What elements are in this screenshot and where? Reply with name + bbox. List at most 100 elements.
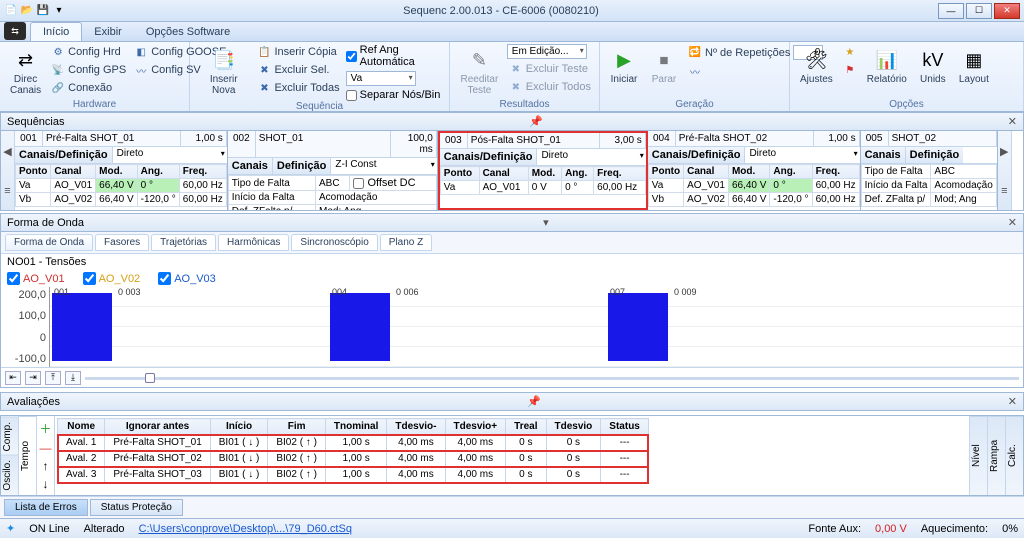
burst-3 <box>608 293 668 361</box>
avaliacoes-panel: Comp. Oscilo. Tempo ＋ — ↑ ↓ NomeIgnorar … <box>0 415 1024 496</box>
close-panel-icon[interactable]: ✕ <box>1008 216 1017 229</box>
tab-exibir[interactable]: Exibir <box>82 23 134 41</box>
qat-open-icon[interactable]: 📂 <box>20 4 34 18</box>
seq-card-002[interactable]: 002SHOT_01100,0 ms CanaisDefiniçãoZ-I Co… <box>228 131 438 210</box>
seq-card-004[interactable]: 004Pré-Falta SHOT_021,00 s Canais/Defini… <box>648 131 861 210</box>
bottom-tabs: Lista de Erros Status Proteção <box>0 496 1024 518</box>
inserir-copia-button[interactable]: 📋Inserir Cópia <box>255 44 341 60</box>
move-up-icon[interactable]: ↑ <box>43 459 49 473</box>
tab-opcoes[interactable]: Opções Software <box>134 23 242 41</box>
wtab-planoz[interactable]: Plano Z <box>380 234 432 251</box>
eval-table[interactable]: NomeIgnorar antesInícioFim TnominalTdesv… <box>57 418 649 483</box>
opt-b[interactable]: ⚑ <box>841 62 859 78</box>
maximize-button[interactable]: ☐ <box>966 3 992 19</box>
group-label-opcoes: Opções <box>796 99 1017 111</box>
mode-select[interactable]: Direto <box>744 147 859 163</box>
seq-nav-left[interactable]: ◀≡ <box>1 131 15 210</box>
tools-icon: 🛠 <box>802 46 830 74</box>
pin-icon[interactable]: ▾ <box>543 216 549 229</box>
layout-icon: ▦ <box>960 46 988 74</box>
zoom-out-h-icon[interactable]: ⇤ <box>5 371 21 385</box>
add-row-icon[interactable]: ＋ <box>39 420 51 437</box>
excluir-todas-button[interactable]: ✖Excluir Todas <box>255 80 341 96</box>
pin-icon[interactable]: 📌 <box>527 395 541 408</box>
remove-row-icon[interactable]: — <box>40 441 52 455</box>
separar-checkbox[interactable]: Separar Nós/Bin <box>346 89 443 101</box>
zoom-in-v-icon[interactable]: ⤓ <box>65 371 81 385</box>
close-button[interactable]: ✕ <box>994 3 1020 19</box>
close-panel-icon[interactable]: ✕ <box>1008 115 1017 128</box>
mode-select[interactable]: Z-I Const <box>330 158 436 174</box>
vtab-nivel[interactable]: Nível <box>970 416 987 495</box>
em-edicao-select[interactable]: Em Edição... <box>507 44 587 59</box>
wave-group-label: NO01 - Tensões <box>7 256 86 268</box>
reeditar-teste-button[interactable]: ✎Reeditar Teste <box>456 44 503 98</box>
mode-select[interactable]: Direto <box>112 147 227 163</box>
wave-icon: 〰 <box>688 64 702 78</box>
tab-inicio[interactable]: Início <box>30 22 82 41</box>
waveform-plot[interactable]: 200,0100,00-100,0 001 0 003 004 0 006 00… <box>1 287 1023 367</box>
qat-new-icon[interactable]: 📄 <box>4 4 18 18</box>
va-select[interactable]: Va <box>346 71 416 86</box>
wtab-trajetorias[interactable]: Trajetórias <box>151 234 216 251</box>
zoom-in-h-icon[interactable]: ⇥ <box>25 371 41 385</box>
qat-dropdown-icon[interactable]: ▾ <box>52 4 66 18</box>
link-icon: 🔗 <box>51 81 65 95</box>
pin-icon[interactable]: 📌 <box>529 115 543 128</box>
ribbon-tabs: Início Exibir Opções Software <box>0 22 1024 42</box>
config-gps-button[interactable]: 📡Config GPS <box>49 62 128 78</box>
vtab-rampa[interactable]: Rampa <box>988 416 1005 495</box>
gps-icon: 📡 <box>51 63 65 77</box>
conexao-button[interactable]: 🔗Conexão <box>49 80 128 96</box>
wtab-fasores[interactable]: Fasores <box>95 234 149 251</box>
minimize-button[interactable]: — <box>938 3 964 19</box>
mode-select[interactable]: Direto <box>536 149 645 165</box>
opt-a[interactable]: ★ <box>841 44 859 60</box>
move-down-icon[interactable]: ↓ <box>43 477 49 491</box>
zoom-toolbar: ⇤ ⇥ ⤒ ⤓ <box>1 367 1023 387</box>
btab-status[interactable]: Status Proteção <box>90 499 183 516</box>
unids-button[interactable]: kVUnids <box>915 44 951 87</box>
ref-ang-checkbox[interactable]: Ref Ang Automática <box>346 44 443 68</box>
waveform-header: Forma de Onda ▾ ✕ <box>0 213 1024 232</box>
group-label-sequencia: Sequência <box>196 101 443 113</box>
app-menu-icon[interactable]: ⇆ <box>4 22 26 40</box>
excluir-todos-button[interactable]: ✖Excluir Todos <box>507 79 593 95</box>
vtab-oscilo[interactable]: Oscilo. <box>1 455 18 495</box>
legend-v02[interactable]: AO_V02 <box>83 272 141 285</box>
status-fonte-label: Fonte Aux: <box>808 523 861 535</box>
seq-card-005[interactable]: 005SHOT_02 CanaisDefinição Tipo de Falta… <box>861 131 998 210</box>
wtab-sincro[interactable]: Sincronoscópio <box>291 234 377 251</box>
ajustes-button[interactable]: 🛠Ajustes <box>796 44 837 87</box>
excluir-teste-button[interactable]: ✖Excluir Teste <box>507 61 593 77</box>
layout-button[interactable]: ▦Layout <box>955 44 993 87</box>
seq-card-003[interactable]: 003Pós-Falta SHOT_013,00 s Canais/Defini… <box>438 131 648 210</box>
inserir-nova-button[interactable]: 📑Inserir Nova <box>196 44 251 98</box>
vtab-calc[interactable]: Calc. <box>1006 416 1023 495</box>
close-panel-icon[interactable]: ✕ <box>1008 395 1017 408</box>
zoom-slider[interactable] <box>85 371 1019 385</box>
iniciar-button[interactable]: ▶Iniciar <box>606 44 642 87</box>
seq-card-001[interactable]: 001Pré-Falta SHOT_011,00 s Canais/Defini… <box>15 131 228 210</box>
vtab-comp[interactable]: Comp. <box>1 416 18 455</box>
zoom-out-v-icon[interactable]: ⤒ <box>45 371 61 385</box>
wtab-harmonicas[interactable]: Harmônicas <box>218 234 289 251</box>
avaliacoes-header: Avaliações 📌 ✕ <box>0 392 1024 411</box>
legend-v01[interactable]: AO_V01 <box>7 272 65 285</box>
config-hrd-button[interactable]: ⚙Config Hrd <box>49 44 128 60</box>
direc-canais-button[interactable]: ⇄Direc Canais <box>6 44 45 98</box>
parar-button[interactable]: ⏹Parar <box>646 44 682 87</box>
seq-nav-right[interactable]: ▶≡ <box>998 131 1012 210</box>
relatorio-button[interactable]: 📊Relatório <box>863 44 911 87</box>
offset-dc-checkbox[interactable] <box>353 178 364 189</box>
qat-save-icon[interactable]: 💾 <box>36 4 50 18</box>
swap-icon: ⇄ <box>12 46 40 74</box>
legend-v03[interactable]: AO_V03 <box>158 272 216 285</box>
channel-table: PontoCanalMod.Ang.Freq. VaAO_V0166,40 V0… <box>15 164 227 207</box>
excluir-sel-button[interactable]: ✖Excluir Sel. <box>255 62 341 78</box>
vtab-tempo[interactable]: Tempo <box>19 416 36 495</box>
status-filepath[interactable]: C:\Users\conprove\Desktop\...\79_D60.ctS… <box>139 523 352 535</box>
wtab-forma[interactable]: Forma de Onda <box>5 234 93 251</box>
sequencias-header: Sequências 📌 ✕ <box>0 112 1024 131</box>
btab-erros[interactable]: Lista de Erros <box>4 499 88 516</box>
